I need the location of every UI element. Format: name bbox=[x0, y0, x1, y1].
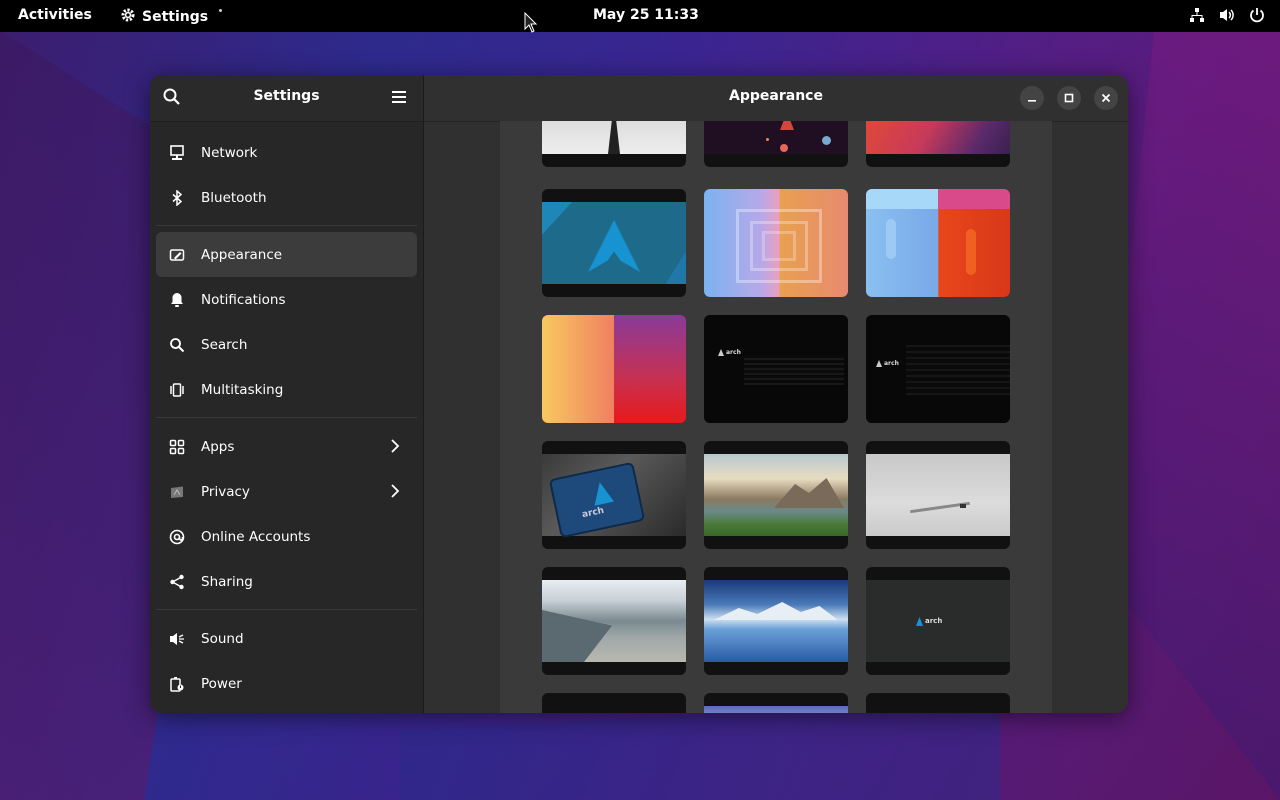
sidebar-item-apps[interactable]: Apps bbox=[156, 424, 417, 469]
sidebar-item-label: Network bbox=[201, 144, 258, 161]
bell-icon bbox=[168, 291, 186, 309]
sidebar-header: Settings bbox=[150, 75, 423, 122]
sidebar-item-privacy[interactable]: Privacy bbox=[156, 469, 417, 514]
multitasking-icon bbox=[168, 381, 186, 399]
privacy-icon bbox=[168, 483, 186, 501]
chevron-right-icon bbox=[387, 483, 403, 499]
wallpaper-thumbnail[interactable] bbox=[704, 567, 848, 675]
minimize-button[interactable] bbox=[1020, 86, 1044, 110]
sidebar-item-label: Online Accounts bbox=[201, 528, 311, 545]
wallpaper-thumbnail[interactable] bbox=[866, 693, 1010, 713]
sidebar-item-multitasking[interactable]: Multitasking bbox=[156, 367, 417, 412]
sidebar-item-search[interactable]: Search bbox=[156, 322, 417, 367]
sidebar-item-sound[interactable]: Sound bbox=[156, 616, 417, 661]
wallpaper-thumbnail[interactable] bbox=[866, 441, 1010, 549]
header-bar: Appearance bbox=[424, 75, 1128, 122]
sound-icon bbox=[168, 630, 186, 648]
sidebar-item-label: Sharing bbox=[201, 573, 253, 590]
divider bbox=[156, 225, 417, 226]
wallpaper-thumbnail[interactable] bbox=[704, 441, 848, 549]
sidebar-item-label: Privacy bbox=[201, 483, 250, 500]
wallpaper-thumbnail[interactable] bbox=[542, 567, 686, 675]
sidebar-item-label: Apps bbox=[201, 438, 235, 455]
wallpaper-thumbnail[interactable] bbox=[866, 189, 1010, 297]
wallpaper-thumbnail[interactable] bbox=[542, 693, 686, 713]
sidebar-item-online-accounts[interactable]: Online Accounts bbox=[156, 514, 417, 559]
sidebar: Settings Network Bluetooth Appearance No… bbox=[150, 75, 424, 713]
wallpaper-arch-text: arch bbox=[925, 617, 943, 625]
sidebar-item-notifications[interactable]: Notifications bbox=[156, 277, 417, 322]
sidebar-item-power[interactable]: Power bbox=[156, 661, 417, 706]
settings-window: Settings Network Bluetooth Appearance No… bbox=[150, 75, 1128, 713]
at-icon bbox=[168, 528, 186, 546]
sidebar-item-appearance[interactable]: Appearance bbox=[156, 232, 417, 277]
apps-icon bbox=[168, 438, 186, 456]
volume-icon[interactable] bbox=[1218, 6, 1236, 24]
mouse-cursor-icon bbox=[524, 12, 538, 33]
sidebar-item-network[interactable]: Network bbox=[156, 130, 417, 175]
gear-icon bbox=[120, 7, 136, 27]
power-battery-icon bbox=[168, 675, 186, 693]
divider bbox=[156, 609, 417, 610]
wallpaper-thumbnail[interactable]: arch bbox=[866, 567, 1010, 675]
top-bar: Activities Settings May 25 11:33 bbox=[0, 0, 1280, 32]
wallpaper-thumbnail[interactable]: arch bbox=[866, 315, 1010, 423]
sidebar-item-label: Power bbox=[201, 675, 242, 692]
sidebar-item-label: Notifications bbox=[201, 291, 286, 308]
wallpaper-grid[interactable]: arch arch arch arch bbox=[500, 121, 1052, 713]
sidebar-item-sharing[interactable]: Sharing bbox=[156, 559, 417, 604]
sidebar-item-label: Appearance bbox=[201, 246, 283, 263]
activities-button[interactable]: Activities bbox=[18, 7, 92, 23]
sidebar-title: Settings bbox=[253, 88, 320, 104]
network-icon[interactable] bbox=[1188, 6, 1206, 24]
app-menu[interactable]: Settings bbox=[120, 7, 208, 27]
wallpaper-thumbnail[interactable] bbox=[704, 121, 848, 167]
share-icon bbox=[168, 573, 186, 591]
wallpaper-thumbnail[interactable] bbox=[704, 693, 848, 713]
close-button[interactable] bbox=[1094, 86, 1118, 110]
divider bbox=[156, 417, 417, 418]
sidebar-nav: Network Bluetooth Appearance Notificatio bbox=[150, 122, 423, 706]
maximize-button[interactable] bbox=[1057, 86, 1081, 110]
clock[interactable]: May 25 11:33 bbox=[593, 7, 699, 23]
hamburger-menu-icon[interactable] bbox=[390, 88, 410, 108]
loading-indicator bbox=[219, 9, 222, 12]
app-menu-label: Settings bbox=[142, 9, 209, 25]
bluetooth-icon bbox=[168, 189, 186, 207]
sidebar-item-label: Bluetooth bbox=[201, 189, 267, 206]
wallpaper-thumbnail[interactable]: arch bbox=[542, 441, 686, 549]
wallpaper-thumbnail[interactable] bbox=[542, 315, 686, 423]
network-icon bbox=[168, 144, 186, 162]
wallpaper-thumbnail[interactable] bbox=[704, 189, 848, 297]
wallpaper-thumbnail[interactable] bbox=[866, 121, 1010, 167]
wallpaper-arch-text: arch bbox=[726, 349, 741, 356]
sidebar-item-label: Multitasking bbox=[201, 381, 284, 398]
search-icon bbox=[168, 336, 186, 354]
main-panel: Appearance arch arch arch arch bbox=[424, 75, 1128, 713]
sidebar-item-label: Sound bbox=[201, 630, 244, 647]
chevron-right-icon bbox=[387, 438, 403, 454]
sidebar-item-bluetooth[interactable]: Bluetooth bbox=[156, 175, 417, 220]
wallpaper-thumbnail[interactable] bbox=[542, 189, 686, 297]
wallpaper-thumbnail[interactable] bbox=[542, 121, 686, 167]
appearance-icon bbox=[168, 246, 186, 264]
wallpaper-thumbnail[interactable]: arch bbox=[704, 315, 848, 423]
system-tray[interactable] bbox=[1188, 6, 1266, 24]
power-icon[interactable] bbox=[1248, 6, 1266, 24]
wallpaper-arch-text: arch bbox=[884, 360, 899, 367]
sidebar-item-label: Search bbox=[201, 336, 248, 353]
